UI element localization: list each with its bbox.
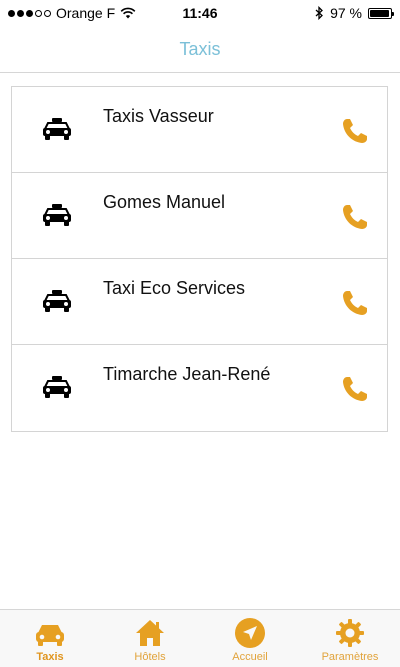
tab-parametres[interactable]: Paramètres [300,610,400,667]
taxi-icon [43,290,71,312]
taxi-name: Taxis Vasseur [103,106,214,126]
list-item[interactable]: Timarche Jean-René [12,345,387,431]
battery-level [370,9,390,17]
taxi-name: Gomes Manuel [103,192,226,212]
taxi-icon [43,376,71,398]
bluetooth-icon [315,6,324,20]
home-icon [136,620,164,646]
phone-icon[interactable] [341,375,369,403]
tab-hotels[interactable]: Hôtels [100,610,200,667]
phone-icon[interactable] [341,117,369,145]
status-right: 97 % [315,5,394,21]
gear-icon [336,619,364,647]
tab-taxis[interactable]: Taxis [0,610,100,667]
taxi-icon [43,204,71,226]
status-left: Orange F [8,5,136,21]
tab-bar: Taxis Hôtels Accueil Paramètres [0,609,400,667]
taxi-name: Taxi Eco Services [103,278,246,298]
list-item[interactable]: Gomes Manuel [12,173,387,259]
phone-icon[interactable] [341,289,369,317]
phone-icon[interactable] [341,203,369,231]
taxi-name: Timarche Jean-René [103,364,271,384]
carrier-name: Orange F [56,5,116,21]
tab-label: Taxis [36,651,64,663]
signal-dot [17,9,24,17]
signal-dot [44,9,51,17]
nav-bar: Taxis [0,26,400,73]
signal-strength-icon [8,9,51,17]
taxi-list: Taxis Vasseur Gomes Manuel Taxi Eco Serv… [11,86,388,432]
tab-accueil[interactable]: Accueil [200,610,300,667]
signal-dot [8,9,15,17]
car-icon [36,625,64,646]
list-item[interactable]: Taxi Eco Services [12,259,387,345]
list-item[interactable]: Taxis Vasseur [12,87,387,173]
tab-label: Paramètres [321,651,379,663]
page-title: Taxis [179,38,221,59]
status-bar: Orange F 11:46 97 % [0,0,400,26]
battery-icon [368,7,394,19]
signal-dot [35,9,42,17]
screen: Orange F 11:46 97 % Taxis Taxis Vasseur … [0,0,400,667]
signal-dot [26,9,33,17]
tab-label: Accueil [232,651,268,663]
taxi-icon [43,118,71,140]
tab-label: Hôtels [134,651,166,663]
battery-percent: 97 % [330,5,362,21]
location-arrow-icon [235,618,265,648]
wifi-icon [120,7,136,19]
